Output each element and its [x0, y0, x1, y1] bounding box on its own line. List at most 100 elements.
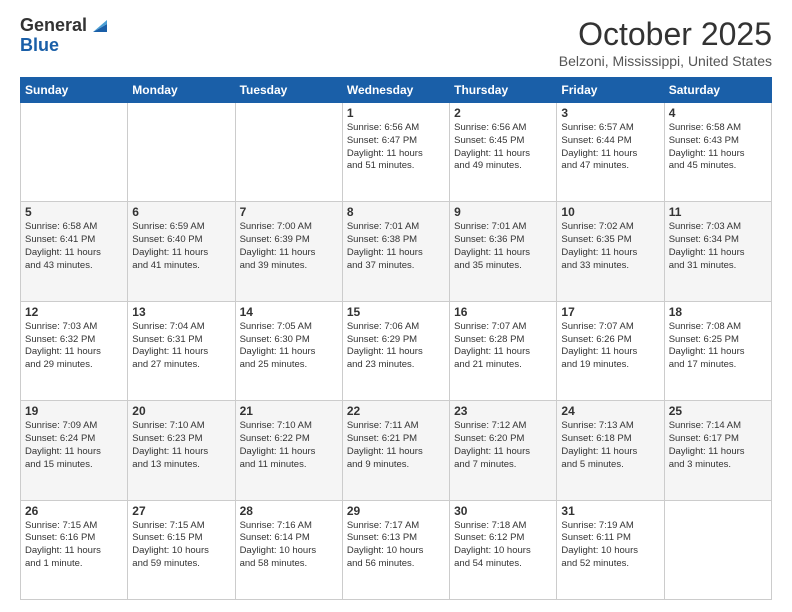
calendar-cell-1-4: 9 Sunrise: 7:01 AM Sunset: 6:36 PM Daylig…: [450, 202, 557, 301]
day-number: 15: [347, 305, 445, 319]
cell-content: Sunrise: 7:11 AM Sunset: 6:21 PM Dayligh…: [347, 420, 445, 471]
calendar-cell-1-2: 7 Sunrise: 7:00 AM Sunset: 6:39 PM Daylig…: [235, 202, 342, 301]
week-row-4: 26 Sunrise: 7:15 AM Sunset: 6:16 PM Dayli…: [21, 500, 772, 599]
cell-content: Sunrise: 7:08 AM Sunset: 6:25 PM Dayligh…: [669, 321, 767, 372]
day-number: 24: [561, 404, 659, 418]
logo-icon: [89, 14, 111, 36]
cell-content: Sunrise: 7:02 AM Sunset: 6:35 PM Dayligh…: [561, 221, 659, 272]
day-number: 8: [347, 205, 445, 219]
cell-content: Sunrise: 7:07 AM Sunset: 6:28 PM Dayligh…: [454, 321, 552, 372]
day-number: 11: [669, 205, 767, 219]
week-row-2: 12 Sunrise: 7:03 AM Sunset: 6:32 PM Dayli…: [21, 301, 772, 400]
day-number: 25: [669, 404, 767, 418]
calendar-cell-4-0: 26 Sunrise: 7:15 AM Sunset: 6:16 PM Dayli…: [21, 500, 128, 599]
header-monday: Monday: [128, 78, 235, 103]
day-number: 23: [454, 404, 552, 418]
logo-blue: Blue: [20, 36, 111, 56]
weekday-header-row: Sunday Monday Tuesday Wednesday Thursday…: [21, 78, 772, 103]
cell-content: Sunrise: 7:10 AM Sunset: 6:23 PM Dayligh…: [132, 420, 230, 471]
day-number: 10: [561, 205, 659, 219]
page: General Blue October 2025 Belzoni, Missi…: [0, 0, 792, 612]
header-friday: Friday: [557, 78, 664, 103]
cell-content: Sunrise: 6:56 AM Sunset: 6:45 PM Dayligh…: [454, 122, 552, 173]
calendar-cell-0-4: 2 Sunrise: 6:56 AM Sunset: 6:45 PM Daylig…: [450, 103, 557, 202]
day-number: 28: [240, 504, 338, 518]
day-number: 16: [454, 305, 552, 319]
cell-content: Sunrise: 6:58 AM Sunset: 6:41 PM Dayligh…: [25, 221, 123, 272]
calendar-cell-0-1: [128, 103, 235, 202]
header-tuesday: Tuesday: [235, 78, 342, 103]
day-number: 12: [25, 305, 123, 319]
day-number: 6: [132, 205, 230, 219]
day-number: 2: [454, 106, 552, 120]
header-wednesday: Wednesday: [342, 78, 449, 103]
calendar-cell-4-6: [664, 500, 771, 599]
day-number: 27: [132, 504, 230, 518]
cell-content: Sunrise: 7:13 AM Sunset: 6:18 PM Dayligh…: [561, 420, 659, 471]
cell-content: Sunrise: 6:59 AM Sunset: 6:40 PM Dayligh…: [132, 221, 230, 272]
calendar-cell-4-1: 27 Sunrise: 7:15 AM Sunset: 6:15 PM Dayli…: [128, 500, 235, 599]
cell-content: Sunrise: 6:57 AM Sunset: 6:44 PM Dayligh…: [561, 122, 659, 173]
cell-content: Sunrise: 7:14 AM Sunset: 6:17 PM Dayligh…: [669, 420, 767, 471]
calendar-cell-3-5: 24 Sunrise: 7:13 AM Sunset: 6:18 PM Dayli…: [557, 401, 664, 500]
day-number: 29: [347, 504, 445, 518]
cell-content: Sunrise: 7:01 AM Sunset: 6:36 PM Dayligh…: [454, 221, 552, 272]
cell-content: Sunrise: 7:19 AM Sunset: 6:11 PM Dayligh…: [561, 520, 659, 571]
location: Belzoni, Mississippi, United States: [559, 53, 772, 69]
week-row-3: 19 Sunrise: 7:09 AM Sunset: 6:24 PM Dayli…: [21, 401, 772, 500]
calendar-cell-3-3: 22Sunrise: 7:11 AM Sunset: 6:21 PM Dayli…: [342, 401, 449, 500]
header-right: October 2025 Belzoni, Mississippi, Unite…: [559, 16, 772, 69]
header-thursday: Thursday: [450, 78, 557, 103]
cell-content: Sunrise: 7:18 AM Sunset: 6:12 PM Dayligh…: [454, 520, 552, 571]
day-number: 14: [240, 305, 338, 319]
calendar-cell-1-3: 8 Sunrise: 7:01 AM Sunset: 6:38 PM Daylig…: [342, 202, 449, 301]
week-row-1: 5Sunrise: 6:58 AM Sunset: 6:41 PM Daylig…: [21, 202, 772, 301]
calendar-cell-3-1: 20 Sunrise: 7:10 AM Sunset: 6:23 PM Dayli…: [128, 401, 235, 500]
header: General Blue October 2025 Belzoni, Missi…: [20, 16, 772, 69]
cell-content: Sunrise: 7:16 AM Sunset: 6:14 PM Dayligh…: [240, 520, 338, 571]
calendar-cell-3-6: 25 Sunrise: 7:14 AM Sunset: 6:17 PM Dayli…: [664, 401, 771, 500]
calendar-cell-1-0: 5Sunrise: 6:58 AM Sunset: 6:41 PM Daylig…: [21, 202, 128, 301]
cell-content: Sunrise: 7:15 AM Sunset: 6:15 PM Dayligh…: [132, 520, 230, 571]
calendar-cell-2-0: 12 Sunrise: 7:03 AM Sunset: 6:32 PM Dayli…: [21, 301, 128, 400]
calendar-cell-2-4: 16 Sunrise: 7:07 AM Sunset: 6:28 PM Dayli…: [450, 301, 557, 400]
header-saturday: Saturday: [664, 78, 771, 103]
day-number: 7: [240, 205, 338, 219]
cell-content: Sunrise: 7:17 AM Sunset: 6:13 PM Dayligh…: [347, 520, 445, 571]
day-number: 17: [561, 305, 659, 319]
calendar-cell-0-2: [235, 103, 342, 202]
calendar-cell-2-5: 17Sunrise: 7:07 AM Sunset: 6:26 PM Dayli…: [557, 301, 664, 400]
day-number: 3: [561, 106, 659, 120]
day-number: 4: [669, 106, 767, 120]
day-number: 9: [454, 205, 552, 219]
cell-content: Sunrise: 7:04 AM Sunset: 6:31 PM Dayligh…: [132, 321, 230, 372]
day-number: 18: [669, 305, 767, 319]
calendar-cell-3-2: 21 Sunrise: 7:10 AM Sunset: 6:22 PM Dayli…: [235, 401, 342, 500]
calendar-cell-3-4: 23 Sunrise: 7:12 AM Sunset: 6:20 PM Dayli…: [450, 401, 557, 500]
calendar-table: Sunday Monday Tuesday Wednesday Thursday…: [20, 77, 772, 600]
cell-content: Sunrise: 7:15 AM Sunset: 6:16 PM Dayligh…: [25, 520, 123, 571]
header-sunday: Sunday: [21, 78, 128, 103]
cell-content: Sunrise: 7:12 AM Sunset: 6:20 PM Dayligh…: [454, 420, 552, 471]
day-number: 26: [25, 504, 123, 518]
cell-content: Sunrise: 7:01 AM Sunset: 6:38 PM Dayligh…: [347, 221, 445, 272]
calendar-cell-4-2: 28 Sunrise: 7:16 AM Sunset: 6:14 PM Dayli…: [235, 500, 342, 599]
calendar-cell-0-6: 4 Sunrise: 6:58 AM Sunset: 6:43 PM Daylig…: [664, 103, 771, 202]
cell-content: Sunrise: 6:58 AM Sunset: 6:43 PM Dayligh…: [669, 122, 767, 173]
day-number: 13: [132, 305, 230, 319]
day-number: 21: [240, 404, 338, 418]
day-number: 19: [25, 404, 123, 418]
day-number: 1: [347, 106, 445, 120]
calendar-cell-4-3: 29 Sunrise: 7:17 AM Sunset: 6:13 PM Dayli…: [342, 500, 449, 599]
cell-content: Sunrise: 7:06 AM Sunset: 6:29 PM Dayligh…: [347, 321, 445, 372]
day-number: 20: [132, 404, 230, 418]
logo-text: General Blue: [20, 16, 111, 56]
calendar-cell-1-1: 6 Sunrise: 6:59 AM Sunset: 6:40 PM Daylig…: [128, 202, 235, 301]
cell-content: Sunrise: 7:09 AM Sunset: 6:24 PM Dayligh…: [25, 420, 123, 471]
calendar-cell-0-0: [21, 103, 128, 202]
cell-content: Sunrise: 7:00 AM Sunset: 6:39 PM Dayligh…: [240, 221, 338, 272]
calendar-cell-2-1: 13 Sunrise: 7:04 AM Sunset: 6:31 PM Dayli…: [128, 301, 235, 400]
logo-general: General: [20, 16, 87, 36]
cell-content: Sunrise: 7:10 AM Sunset: 6:22 PM Dayligh…: [240, 420, 338, 471]
cell-content: Sunrise: 7:03 AM Sunset: 6:32 PM Dayligh…: [25, 321, 123, 372]
